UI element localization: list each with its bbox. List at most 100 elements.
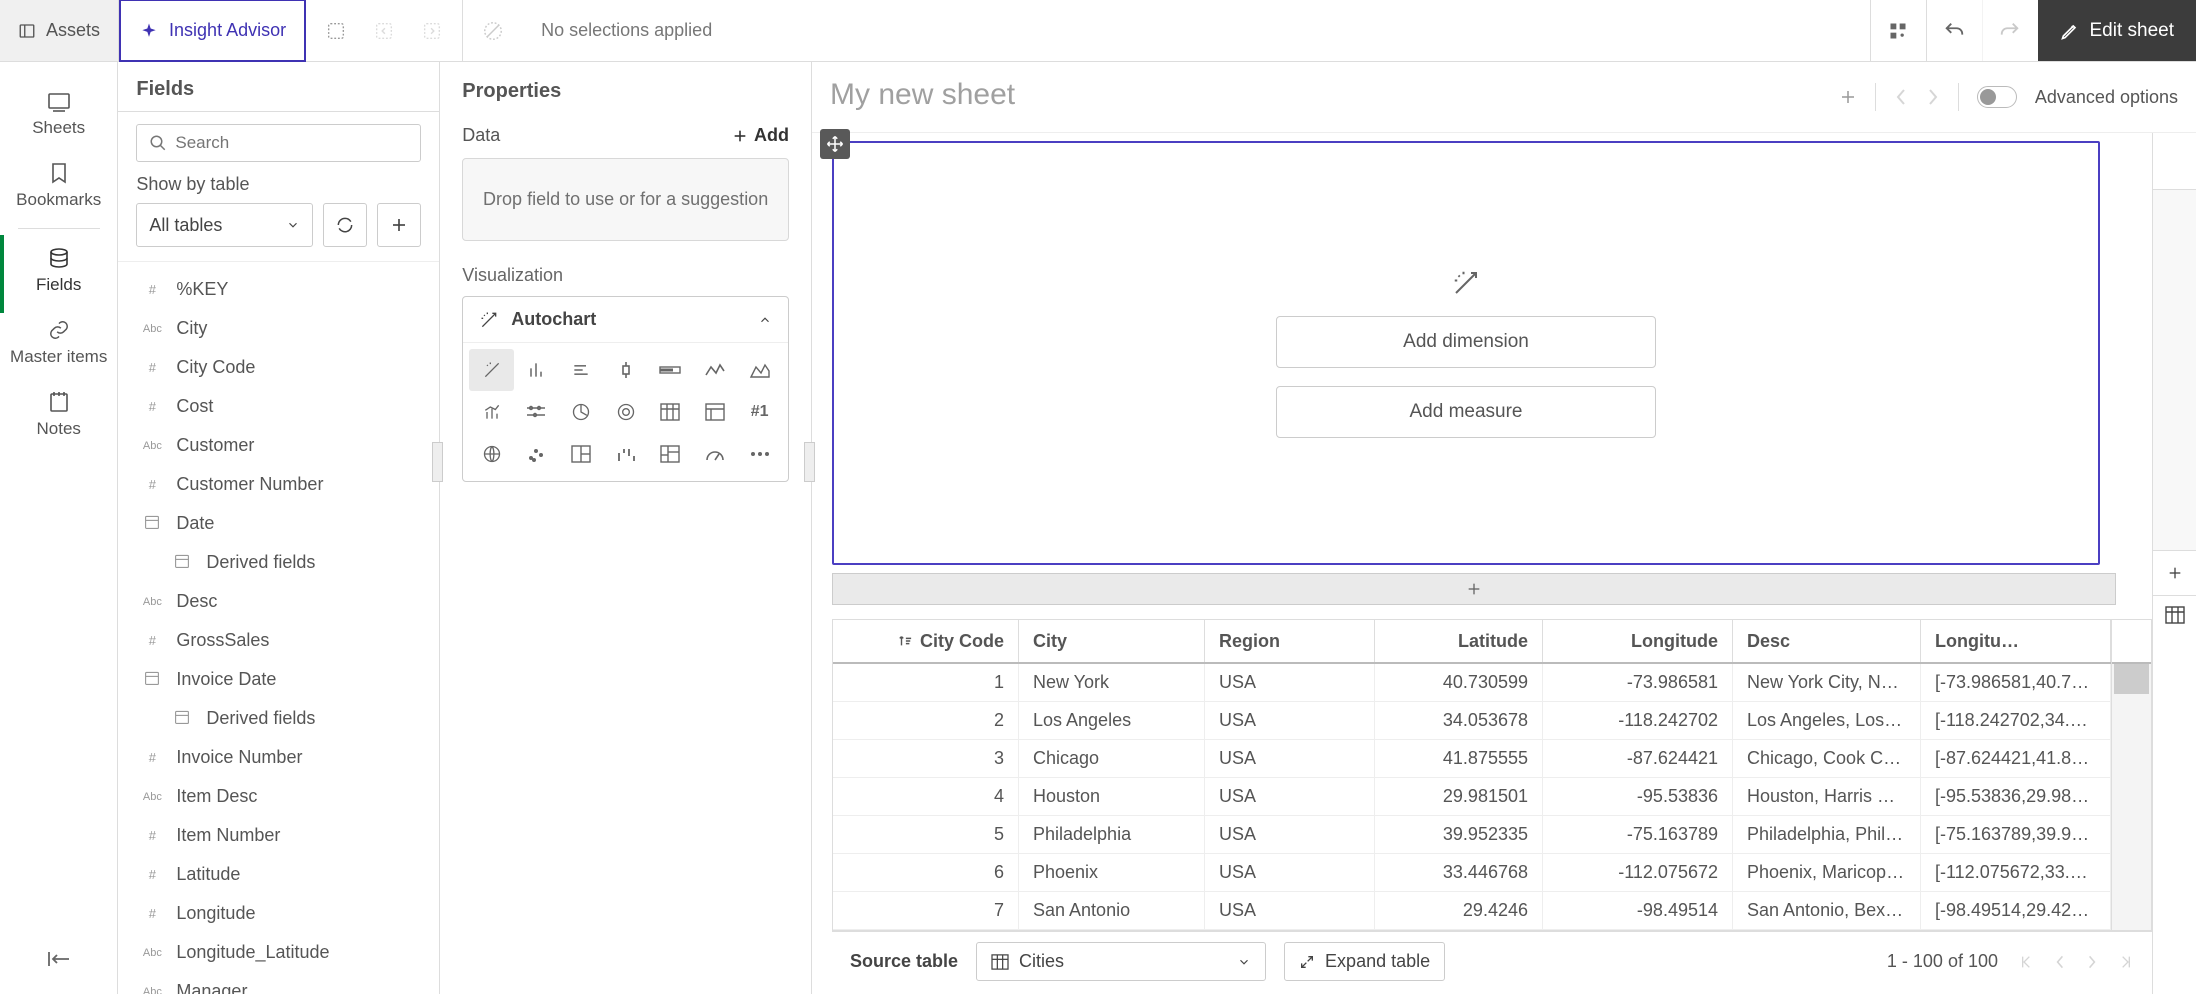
- add-data-button[interactable]: Add: [732, 125, 789, 146]
- column-header[interactable]: City: [1019, 620, 1205, 662]
- scrollbar-thumb[interactable]: [2114, 664, 2149, 694]
- undo-button[interactable]: [1926, 0, 1982, 61]
- move-handle-icon[interactable]: [820, 129, 850, 159]
- hide-table-button[interactable]: [2153, 595, 2196, 635]
- refresh-button[interactable]: [323, 203, 367, 247]
- field-item[interactable]: AbcManager: [118, 972, 439, 994]
- chart-bar-icon[interactable]: [514, 349, 559, 391]
- table-row[interactable]: 2Los AngelesUSA34.053678-118.242702Los A…: [833, 702, 2111, 740]
- sidebar-item-fields[interactable]: Fields: [0, 235, 117, 307]
- step-forward-icon: [420, 19, 444, 43]
- expand-table-button[interactable]: Expand table: [1284, 942, 1445, 981]
- field-item[interactable]: #Customer Number: [118, 465, 439, 504]
- chart-more-icon[interactable]: [737, 433, 782, 475]
- field-item[interactable]: AbcItem Desc: [118, 777, 439, 816]
- assets-button[interactable]: Assets: [0, 0, 119, 61]
- chart-area-icon[interactable]: [737, 349, 782, 391]
- source-table-label: Source table: [850, 951, 958, 972]
- link-icon: [48, 319, 70, 341]
- bookmark-icon: [50, 162, 68, 184]
- chart-treemap-icon[interactable]: [559, 433, 604, 475]
- selections-tool-button[interactable]: [1870, 0, 1926, 61]
- prev-sheet-icon: [1894, 87, 1908, 107]
- chart-donut-icon[interactable]: [603, 391, 648, 433]
- redo-button: [1982, 0, 2038, 61]
- sidebar-item-notes[interactable]: Notes: [0, 379, 117, 451]
- add-measure-button[interactable]: Add measure: [1276, 386, 1656, 438]
- table-row[interactable]: 5PhiladelphiaUSA39.952335-75.163789Phila…: [833, 816, 2111, 854]
- fields-search-input[interactable]: [175, 133, 408, 153]
- field-item[interactable]: Date: [118, 504, 439, 543]
- visualization-select[interactable]: Autochart: [463, 297, 788, 343]
- add-sheet-icon[interactable]: [1839, 88, 1857, 106]
- field-item[interactable]: #Item Number: [118, 816, 439, 855]
- field-item[interactable]: #Cost: [118, 387, 439, 426]
- chart-pivot-icon[interactable]: [693, 391, 738, 433]
- column-header[interactable]: Latitude: [1375, 620, 1543, 662]
- add-dimension-button[interactable]: Add dimension: [1276, 316, 1656, 368]
- field-item[interactable]: Derived fields: [118, 699, 439, 738]
- field-item[interactable]: AbcDesc: [118, 582, 439, 621]
- chart-box-icon[interactable]: [603, 349, 648, 391]
- column-header[interactable]: Region: [1205, 620, 1375, 662]
- field-drop-zone[interactable]: Drop field to use or for a suggestion: [462, 158, 789, 241]
- table-filter-select[interactable]: All tables: [136, 203, 313, 247]
- field-item[interactable]: Derived fields: [118, 543, 439, 582]
- insight-advisor-button[interactable]: Insight Advisor: [119, 0, 306, 62]
- page-next-icon: [2086, 954, 2098, 970]
- edit-sheet-button[interactable]: Edit sheet: [2038, 0, 2196, 61]
- fields-search[interactable]: [136, 124, 421, 162]
- chart-mekko-icon[interactable]: [648, 433, 693, 475]
- chart-table-icon[interactable]: [648, 391, 693, 433]
- chart-waterfall-icon[interactable]: [603, 433, 648, 475]
- assets-label: Assets: [46, 20, 100, 41]
- chart-line-icon[interactable]: [693, 349, 738, 391]
- show-by-label: Show by table: [118, 174, 439, 203]
- table-row[interactable]: 7San AntonioUSA29.4246-98.49514San Anton…: [833, 892, 2111, 930]
- search-icon: [149, 134, 167, 152]
- advanced-toggle[interactable]: [1977, 86, 2017, 108]
- column-header[interactable]: City Code: [833, 620, 1019, 662]
- smart-search-icon[interactable]: [324, 19, 348, 43]
- chart-kpi-icon[interactable]: #1: [737, 391, 782, 433]
- table-row[interactable]: 1New YorkUSA40.730599-73.986581New York …: [833, 664, 2111, 702]
- field-item[interactable]: #%KEY: [118, 270, 439, 309]
- field-item[interactable]: #Longitude: [118, 894, 439, 933]
- refresh-icon: [335, 215, 355, 235]
- field-item[interactable]: AbcCustomer: [118, 426, 439, 465]
- column-header[interactable]: Desc: [1733, 620, 1921, 662]
- add-row-strip[interactable]: [832, 573, 2116, 605]
- field-item[interactable]: #Invoice Number: [118, 738, 439, 777]
- table-row[interactable]: 4HoustonUSA29.981501-95.53836Houston, Ha…: [833, 778, 2111, 816]
- add-field-button[interactable]: [377, 203, 421, 247]
- sidebar-item-master-items[interactable]: Master items: [0, 307, 117, 379]
- chart-scatter-icon[interactable]: [514, 433, 559, 475]
- field-item[interactable]: AbcLongitude_Latitude: [118, 933, 439, 972]
- chart-autochart-icon[interactable]: [469, 349, 514, 391]
- field-item[interactable]: #GrossSales: [118, 621, 439, 660]
- chart-pie-icon[interactable]: [559, 391, 604, 433]
- field-item[interactable]: AbcCity: [118, 309, 439, 348]
- collapse-panel-icon[interactable]: [47, 950, 71, 974]
- chart-map-icon[interactable]: [469, 433, 514, 475]
- chart-bullet-icon[interactable]: [648, 349, 693, 391]
- column-header[interactable]: Longitu…: [1921, 620, 2111, 662]
- plus-icon: [390, 216, 408, 234]
- sidebar-item-bookmarks[interactable]: Bookmarks: [0, 150, 117, 222]
- table-row[interactable]: 6PhoenixUSA33.446768-112.075672Phoenix, …: [833, 854, 2111, 892]
- sidebar-item-sheets[interactable]: Sheets: [0, 80, 117, 150]
- chart-gauge-icon[interactable]: [693, 433, 738, 475]
- field-item[interactable]: Invoice Date: [118, 660, 439, 699]
- source-table-select[interactable]: Cities: [976, 942, 1266, 981]
- page-first-icon: [2018, 954, 2034, 970]
- visualization-placeholder[interactable]: Add dimension Add measure: [832, 141, 2100, 565]
- table-row[interactable]: 3ChicagoUSA41.875555-87.624421Chicago, C…: [833, 740, 2111, 778]
- chart-distribution-icon[interactable]: [514, 391, 559, 433]
- column-header[interactable]: Longitude: [1543, 620, 1733, 662]
- field-item[interactable]: #City Code: [118, 348, 439, 387]
- field-item[interactable]: #Latitude: [118, 855, 439, 894]
- add-column-button[interactable]: [2153, 551, 2196, 595]
- sheet-title[interactable]: My new sheet: [830, 70, 1825, 124]
- chart-combo-icon[interactable]: [469, 391, 514, 433]
- chart-hbar-icon[interactable]: [559, 349, 604, 391]
